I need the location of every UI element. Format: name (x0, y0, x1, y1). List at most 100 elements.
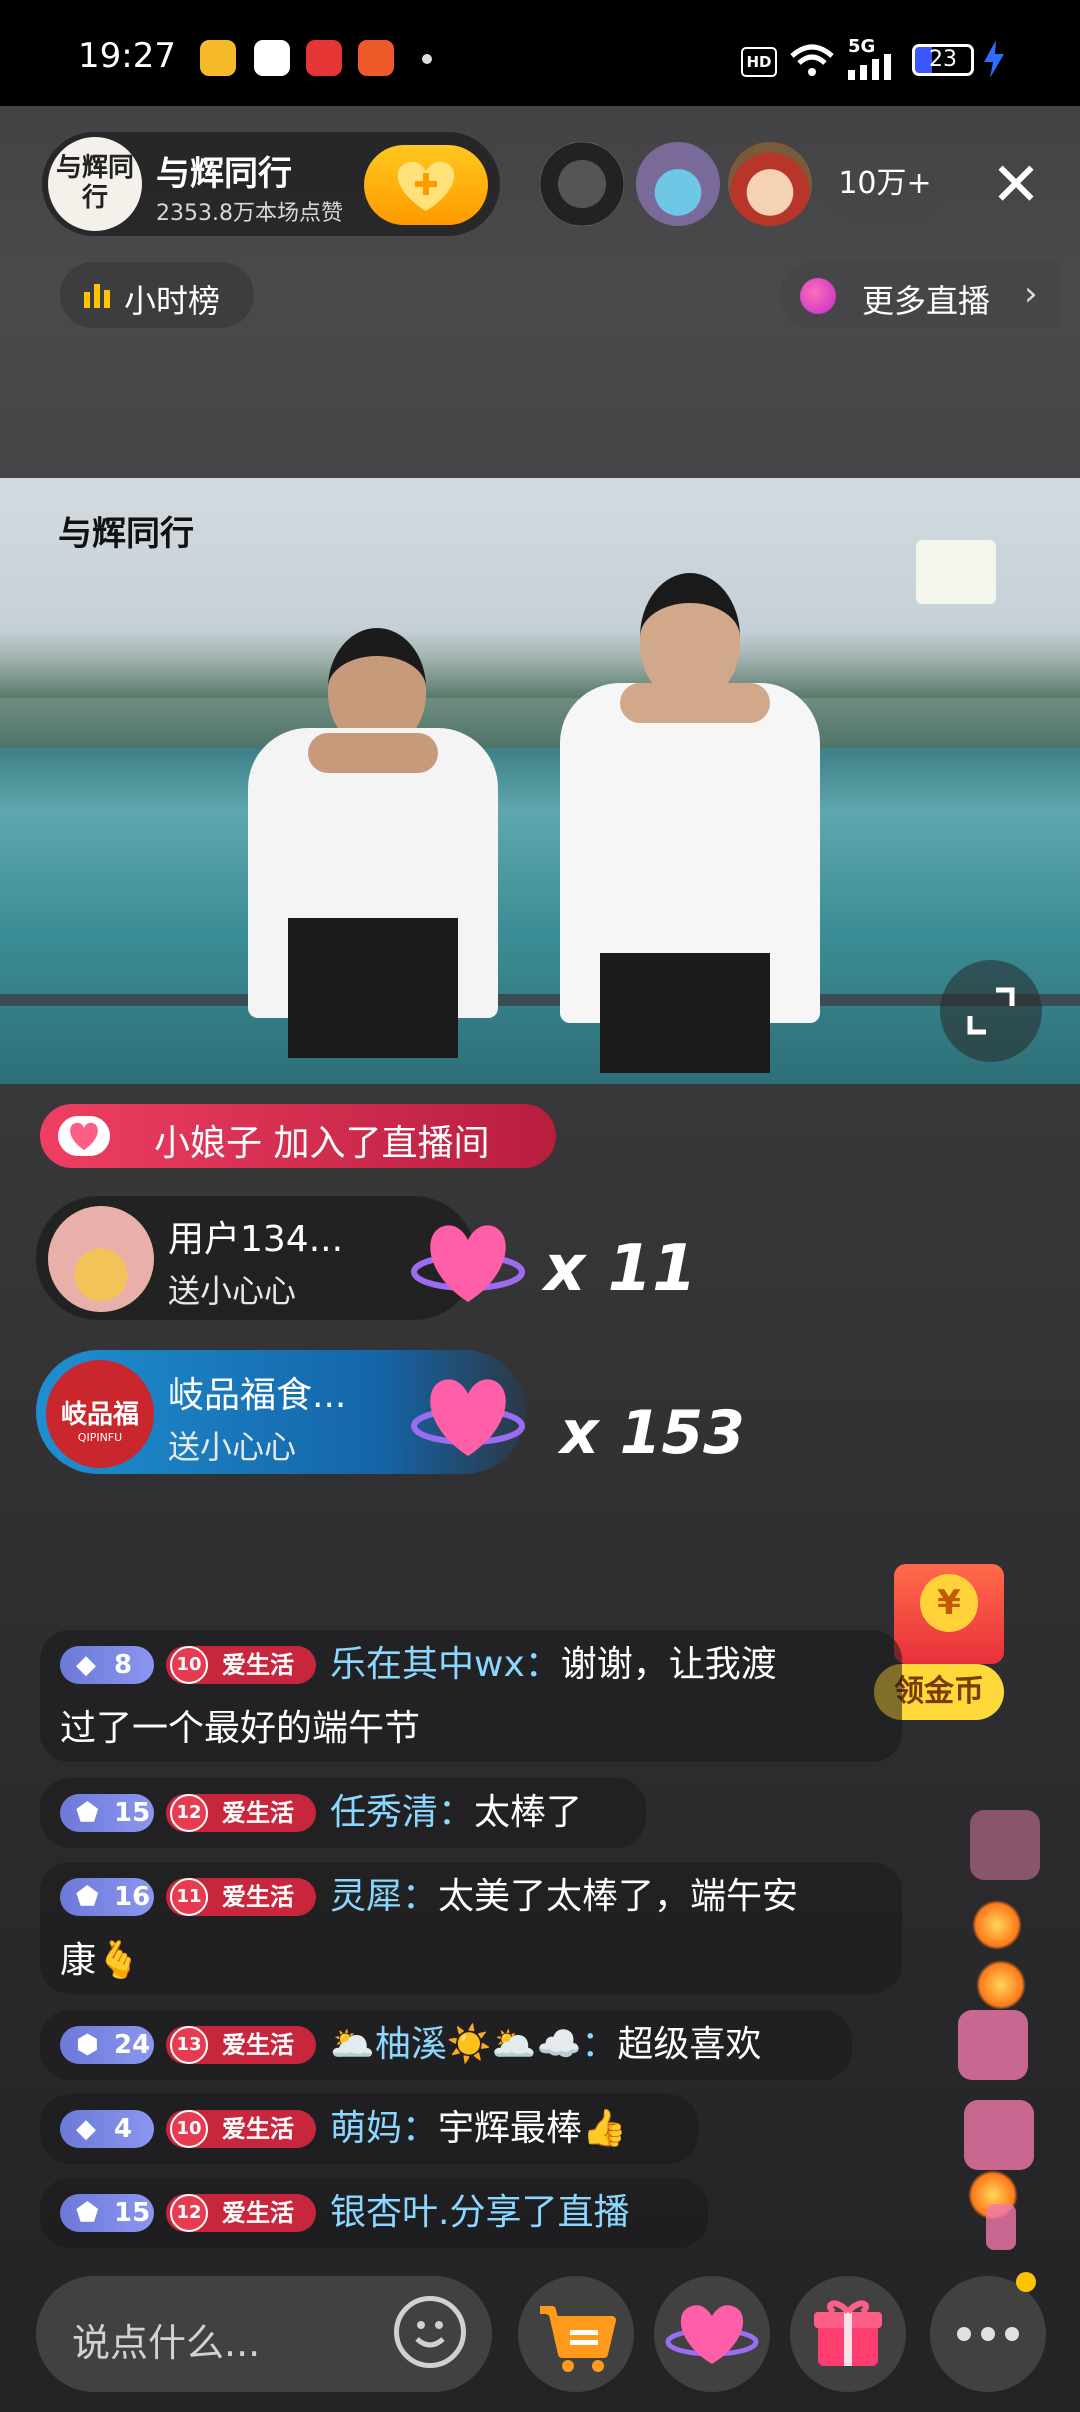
gift-count: x 11 (544, 1232, 697, 1306)
shopping-cart-button[interactable] (518, 2276, 634, 2392)
chat-text: 谢谢，让我渡 (560, 1644, 777, 1685)
chat-username[interactable]: 灵犀： (330, 1876, 438, 1917)
like-heart-button[interactable] (654, 2276, 770, 2392)
anchor-likes: 2353.8万本场点赞 (156, 201, 343, 226)
gift-description: 送小心心 (168, 1428, 297, 1466)
fan-tag-level: 12 (170, 1794, 208, 1832)
diamond-icon: ◆ (76, 2114, 96, 2144)
cart-icon (540, 2306, 616, 2372)
gift-user-avatar[interactable]: 岐品福 QIPINFU (46, 1360, 154, 1468)
diamond-icon: ⬟ (76, 1798, 99, 1828)
gift-description: 送小心心 (168, 1272, 297, 1310)
more-live-label: 更多直播 (862, 282, 991, 320)
app-notification-icon (254, 40, 290, 76)
user-level: 24 (114, 2030, 151, 2060)
live-orb-icon (800, 278, 836, 314)
small-heart-gift-icon (411, 1379, 525, 1456)
app-notification-icon (306, 40, 342, 76)
chat-line: 银杏叶.分享了直播 (330, 2184, 629, 2242)
app-notification-icon (358, 40, 394, 76)
chat-username[interactable]: 任秀清： (330, 1792, 474, 1833)
user-level: 16 (114, 1882, 151, 1912)
chat-username[interactable]: 萌妈： (330, 2108, 438, 2149)
floating-fire-icon (972, 1900, 1022, 1950)
chat-username[interactable]: 银杏叶. (330, 2192, 449, 2233)
user-level-badge: ⬢ 24 (60, 2026, 154, 2064)
video-corner-sign (916, 540, 996, 604)
avatar-brand-text: 岐品福 (60, 1400, 139, 1430)
fan-tag-label: 爱生活 (222, 1883, 294, 1911)
chat-text: 分享了直播 (449, 2192, 630, 2233)
fan-tag-label: 爱生活 (222, 2115, 294, 2143)
fan-tag-badge: 12 爱生活 (166, 1794, 316, 1832)
viewer-avatar[interactable] (540, 142, 624, 226)
user-level-badge: ◆ 4 (60, 2110, 154, 2148)
viewer-avatar[interactable] (636, 142, 720, 226)
more-options-button[interactable] (930, 2276, 1046, 2392)
user-level-badge: ⬟ 16 (60, 1878, 154, 1916)
user-level-badge: ◆ 8 (60, 1646, 154, 1684)
viewer-avatar[interactable] (728, 142, 812, 226)
fan-tag-badge: 10 爱生活 (166, 1646, 316, 1684)
chevron-right-icon: › (1024, 274, 1038, 314)
fan-tag-label: 爱生活 (222, 1651, 294, 1679)
fan-tag-badge: 13 爱生活 (166, 2026, 316, 2064)
fan-tag-label: 爱生活 (222, 2199, 294, 2227)
chat-text: 超级喜欢 (617, 2024, 762, 2065)
gift-box-icon (814, 2300, 882, 2366)
video-watermark-logo: 与辉同行 (58, 514, 194, 554)
notification-dot (1016, 2272, 1036, 2292)
fan-tag-badge: 11 爱生活 (166, 1878, 316, 1916)
diamond-icon: ⬟ (76, 1882, 99, 1912)
hexagon-icon: ⬢ (76, 2030, 99, 2060)
chat-text-continued: 过了一个最好的端午节 (60, 1708, 421, 1749)
gift-user-avatar[interactable] (48, 1206, 154, 1312)
host-right (540, 573, 840, 1073)
floating-bag-icon (970, 1810, 1040, 1880)
fullscreen-button[interactable] (940, 960, 1042, 1062)
chat-line: 乐在其中wx：谢谢，让我渡 (330, 1636, 777, 1694)
fan-tag-level: 10 (170, 1646, 208, 1684)
comment-placeholder: 说点什么... (72, 2321, 261, 2365)
user-level-badge: ⬟ 15 (60, 1794, 154, 1832)
coin-icon: ¥ (920, 1574, 978, 1632)
fullscreen-icon (967, 987, 1015, 1035)
fan-tag-level: 12 (170, 2194, 208, 2232)
status-time: 19:27 (78, 36, 176, 76)
user-level: 8 (114, 1650, 133, 1680)
hd-icon: HD (741, 47, 777, 77)
chat-line: 🌥️柚溪☀️🌥️☁️：超级喜欢 (330, 2016, 761, 2074)
heart-plus-icon (397, 161, 455, 211)
chat-username[interactable]: 🌥️柚溪☀️🌥️☁️： (330, 2024, 617, 2065)
bar-chart-icon (84, 284, 110, 308)
wifi-icon (790, 44, 834, 76)
chat-username[interactable]: 乐在其中wx： (330, 1644, 561, 1685)
follow-button[interactable] (364, 145, 488, 225)
more-dots-icon (957, 2327, 1019, 2341)
viewer-count[interactable]: 10万+ (824, 142, 946, 226)
small-heart-gift-icon (411, 1225, 525, 1302)
anchor-avatar-text: 与辉同行 (55, 153, 134, 213)
avatar-brand-sub: QIPINFU (77, 1431, 123, 1444)
chat-line: 灵犀：太美了太棒了，端午安 (330, 1868, 798, 1926)
floating-bag-icon (958, 2010, 1028, 2080)
anchor-avatar[interactable]: 与辉同行 (48, 137, 142, 231)
floating-fire-icon (976, 1960, 1026, 2010)
chat-text-continued: 康🫰 (60, 1940, 141, 1981)
heart-icon (58, 1116, 110, 1156)
diamond-icon: ◆ (76, 1650, 96, 1680)
hourly-rank-label: 小时榜 (124, 282, 221, 320)
close-icon[interactable]: ✕ (986, 150, 1046, 220)
fan-tag-level: 11 (170, 1878, 208, 1916)
fan-tag-badge: 10 爱生活 (166, 2110, 316, 2148)
gift-button[interactable] (790, 2276, 906, 2392)
gift-user-name: 用户134... (168, 1219, 344, 1260)
signal-icon (848, 54, 891, 80)
anchor-name[interactable]: 与辉同行 (156, 146, 292, 195)
app-notification-icon (200, 40, 236, 76)
host-left (248, 628, 498, 1058)
battery-icon: 23 (912, 44, 974, 76)
chat-line: 任秀清：太棒了 (330, 1784, 582, 1842)
emoji-button[interactable] (394, 2296, 466, 2368)
heart-icon (665, 2305, 759, 2364)
